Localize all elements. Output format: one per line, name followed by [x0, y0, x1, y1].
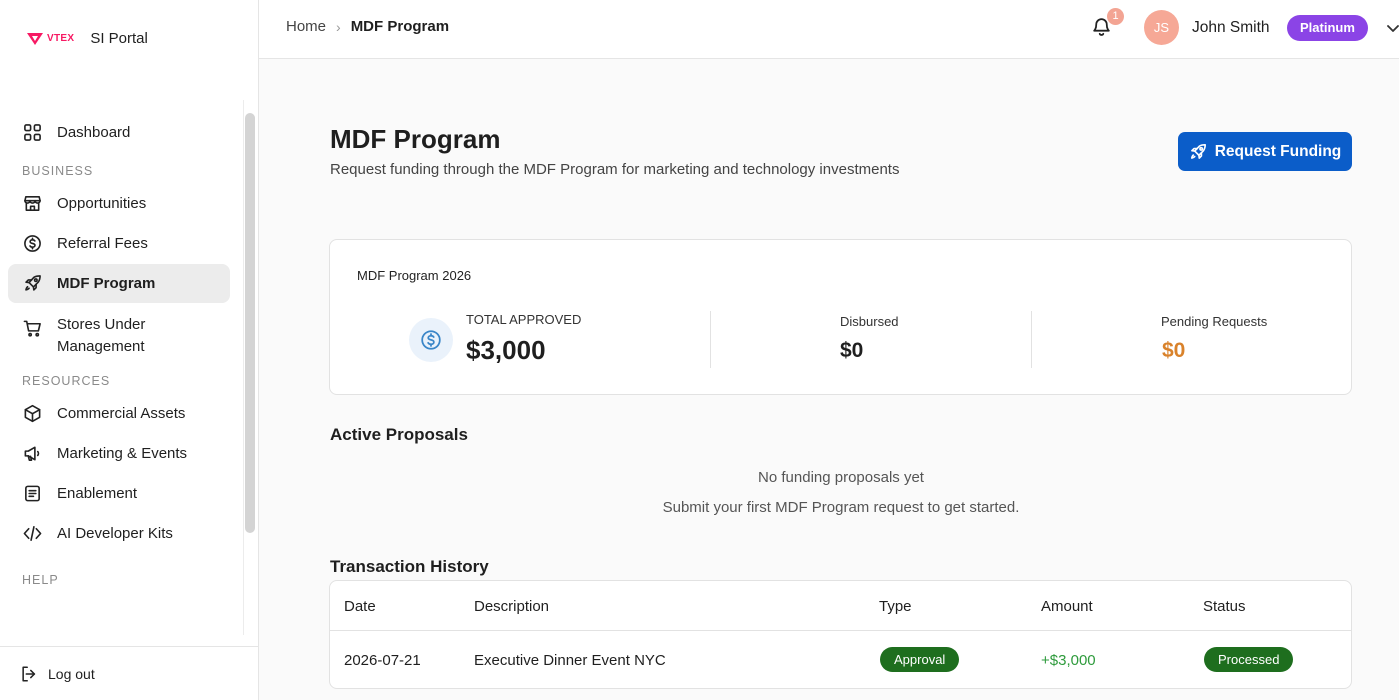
- breadcrumb-home-link[interactable]: Home: [286, 18, 326, 35]
- sidebar-item-label: Commercial Assets: [57, 404, 186, 422]
- column-header-status: Status: [1203, 598, 1246, 615]
- cell-amount: +$3,000: [1041, 652, 1096, 669]
- disbursed-value: $0: [840, 339, 864, 362]
- pending-requests-value: $0: [1162, 339, 1186, 362]
- label-line-2: Management: [57, 338, 145, 355]
- section-label-resources: RESOURCES: [22, 374, 111, 388]
- stats-divider: [1031, 311, 1032, 368]
- sidebar-nav: Dashboard BUSINESS Opportunities Referra…: [8, 113, 230, 593]
- section-label-help: HELP: [22, 573, 59, 587]
- section-label-business: BUSINESS: [22, 164, 94, 178]
- stats-card-heading: MDF Program 2026: [357, 268, 472, 283]
- store-icon: [22, 194, 42, 214]
- cell-description: Executive Dinner Event NYC: [474, 652, 666, 669]
- portal-name: SI Portal: [90, 30, 148, 47]
- logout-label: Log out: [48, 665, 95, 682]
- tier-badge: Platinum: [1287, 15, 1368, 41]
- sidebar-item-opportunities[interactable]: Opportunities: [8, 184, 230, 223]
- sidebar-item-label: AI Developer Kits: [57, 524, 173, 542]
- sidebar-item-stores-under-management[interactable]: Stores Under Management: [8, 304, 230, 362]
- table-row[interactable]: 2026-07-21 Executive Dinner Event NYC Ap…: [330, 631, 1351, 688]
- pending-requests-label: Pending Requests: [1161, 314, 1268, 329]
- stats-divider: [710, 311, 711, 368]
- active-proposals-title: Active Proposals: [330, 425, 468, 444]
- column-header-amount: Amount: [1041, 598, 1093, 615]
- empty-state-subtitle: Submit your first MDF Program request to…: [662, 499, 1020, 516]
- sidebar-item-ai-developer-kits[interactable]: AI Developer Kits: [8, 514, 230, 553]
- dollar-circle-icon: [409, 318, 453, 362]
- total-approved-label: TOTAL APPROVED: [466, 312, 582, 327]
- dollar-circle-icon: [22, 234, 42, 254]
- user-menu-toggle[interactable]: [1385, 20, 1399, 36]
- sidebar-scrollbar[interactable]: [245, 113, 255, 533]
- sidebar-item-mdf-program[interactable]: MDF Program: [8, 264, 230, 303]
- sidebar-item-referral-fees[interactable]: Referral Fees: [8, 224, 230, 263]
- grid-icon: [22, 123, 42, 143]
- vtex-logo-text: VTEX: [47, 33, 75, 44]
- sidebar-item-label: Stores Under Management: [57, 314, 145, 358]
- sidebar-item-dashboard[interactable]: Dashboard: [8, 113, 230, 152]
- column-header-date: Date: [344, 598, 376, 615]
- user-name[interactable]: John Smith: [1192, 19, 1270, 37]
- sidebar-item-label: Referral Fees: [57, 234, 148, 252]
- sidebar-item-label: Marketing & Events: [57, 444, 188, 462]
- sidebar-item-commercial-assets[interactable]: Commercial Assets: [8, 394, 230, 433]
- disbursed-label: Disbursed: [840, 314, 899, 329]
- sidebar-item-label: Dashboard: [57, 123, 131, 141]
- sidebar-item-enablement[interactable]: Enablement: [8, 474, 230, 513]
- transaction-history-title: Transaction History: [330, 557, 489, 576]
- cell-date: 2026-07-21: [344, 652, 421, 669]
- empty-state-title: No funding proposals yet: [758, 469, 924, 486]
- vtex-logo-icon: [27, 32, 43, 45]
- logout-icon: [22, 665, 36, 682]
- box-icon: [22, 404, 42, 424]
- request-funding-label: Request Funding: [1214, 142, 1342, 160]
- topbar: Home › MDF Program 1 JS John Smith Plati…: [259, 0, 1399, 59]
- brand[interactable]: VTEX SI Portal: [26, 30, 148, 47]
- avatar[interactable]: JS: [1144, 10, 1179, 45]
- shopping-cart-icon: [22, 318, 42, 338]
- request-funding-button[interactable]: Request Funding: [1178, 132, 1352, 171]
- column-header-type: Type: [879, 598, 912, 615]
- type-badge: Approval: [880, 647, 960, 672]
- sidebar-item-label: Opportunities: [57, 194, 147, 212]
- breadcrumb-separator: ›: [336, 18, 341, 35]
- breadcrumb: Home › MDF Program: [286, 18, 449, 35]
- sidebar: VTEX SI Portal Dashboard BUSINESS Opport…: [0, 0, 259, 700]
- table-header: Date Description Type Amount Status: [330, 581, 1351, 631]
- status-badge: Processed: [1204, 647, 1294, 672]
- logout-button[interactable]: Log out: [0, 646, 258, 700]
- notification-count-badge: 1: [1107, 8, 1124, 25]
- document-icon: [22, 484, 42, 504]
- sidebar-item-label: MDF Program: [57, 274, 156, 292]
- rocket-icon: [1190, 143, 1206, 159]
- code-icon: [22, 524, 42, 544]
- megaphone-icon: [22, 444, 42, 464]
- page-title: MDF Program: [330, 124, 501, 154]
- label-line-1: Stores Under: [57, 316, 146, 333]
- page-subtitle: Request funding through the MDF Program …: [330, 161, 900, 178]
- column-header-description: Description: [474, 598, 550, 615]
- mdf-stats-card: MDF Program 2026 TOTAL APPROVED $3,000 D…: [329, 239, 1352, 395]
- total-approved-value: $3,000: [466, 335, 546, 365]
- vtex-logo: VTEX: [26, 32, 74, 46]
- transaction-table: Date Description Type Amount Status 2026…: [329, 580, 1352, 689]
- sidebar-item-marketing-events[interactable]: Marketing & Events: [8, 434, 230, 473]
- rocket-icon: [22, 274, 42, 294]
- breadcrumb-current: MDF Program: [350, 18, 450, 35]
- sidebar-item-label: Enablement: [57, 484, 138, 502]
- sidebar-scroll-track: [243, 100, 244, 635]
- chevron-down-icon: [1387, 25, 1399, 32]
